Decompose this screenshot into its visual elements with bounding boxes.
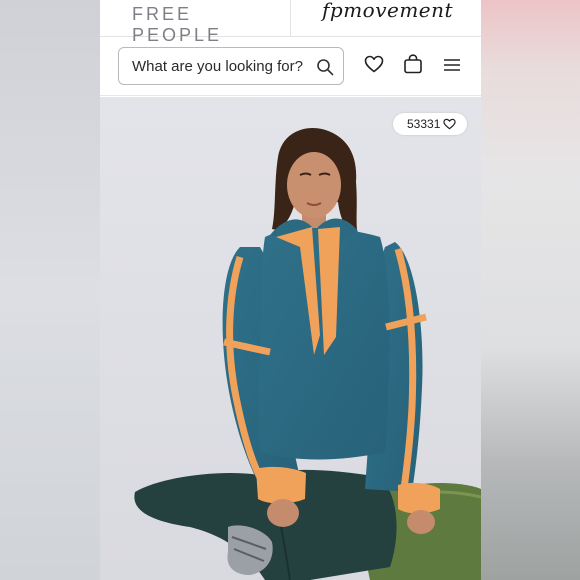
app-screen: FREE PEOPLE fpmovement What are you look… [100,0,481,580]
search-bar-row [100,37,481,96]
background-left [0,0,100,580]
heart-icon[interactable] [443,118,456,130]
like-count: 53331 [407,117,441,131]
brand-bar: FREE PEOPLE fpmovement [100,0,481,45]
product-photo [100,97,481,580]
search-icon[interactable] [316,58,334,76]
heart-icon[interactable] [364,55,384,73]
product-image[interactable] [100,97,481,580]
like-pill[interactable]: 53331 [393,113,467,135]
brand-tab-free-people[interactable]: FREE PEOPLE [100,0,291,45]
search-box[interactable] [118,47,344,85]
search-input[interactable] [119,48,322,84]
menu-icon[interactable] [443,58,461,72]
background-right [481,0,580,580]
shopping-bag-icon[interactable] [403,54,423,74]
brand-logo-fp-movement[interactable]: fpmovement [322,0,453,22]
